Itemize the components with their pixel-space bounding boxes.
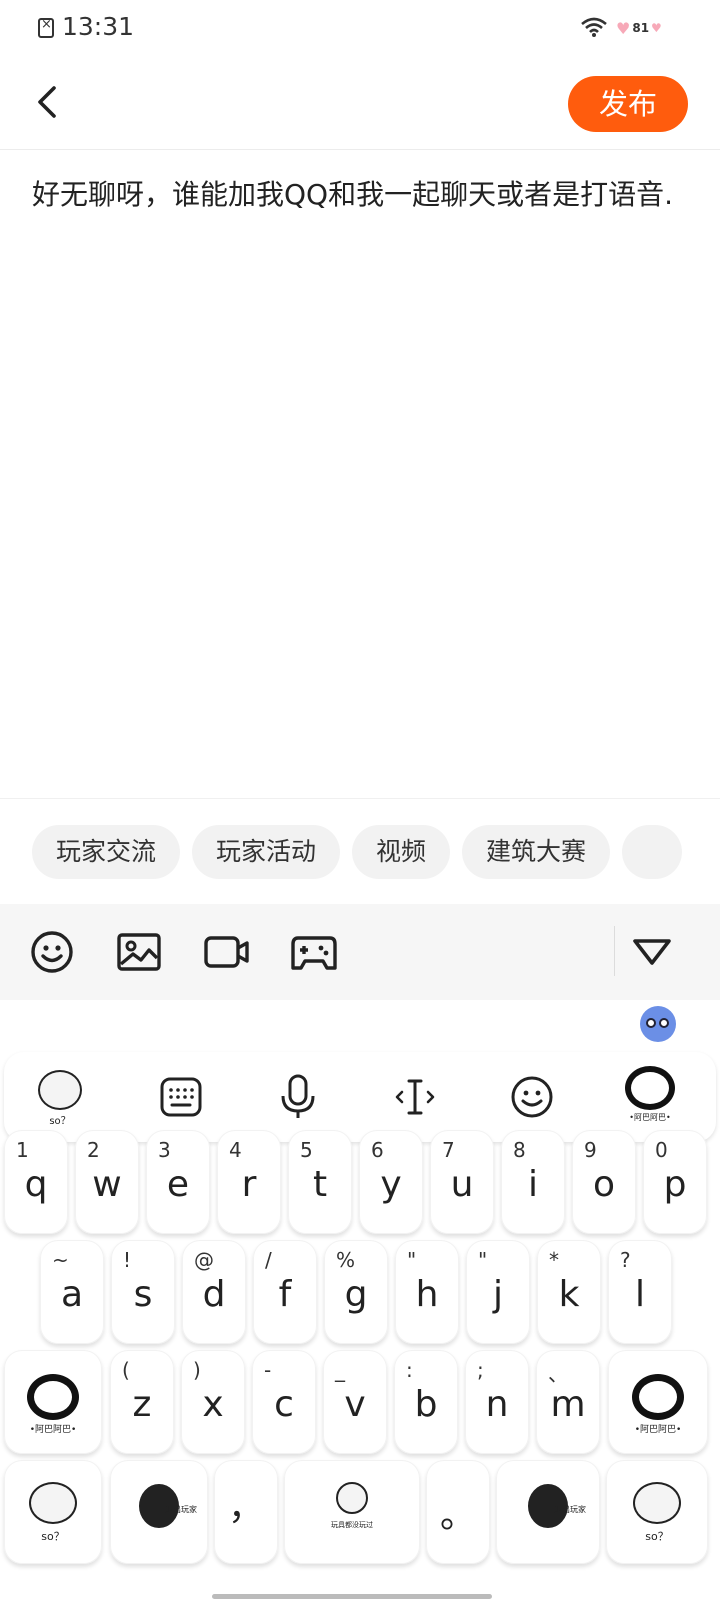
key-y[interactable]: 6y xyxy=(359,1130,423,1234)
key-k[interactable]: * k xyxy=(537,1240,601,1344)
panda-sticker-key-quit[interactable]: 退出玩家 xyxy=(110,1460,208,1564)
cursor-icon[interactable] xyxy=(388,1070,442,1124)
tag-player-events[interactable]: 玩家活动 xyxy=(192,825,341,879)
key-h[interactable]: " h xyxy=(395,1240,459,1344)
key-v[interactable]: _ v xyxy=(323,1350,387,1454)
editor-toolbar xyxy=(0,904,720,1000)
video-icon[interactable] xyxy=(202,928,250,976)
status-bar: 13:31 ♥ 81 ♥ xyxy=(0,0,720,56)
chevron-left-icon[interactable] xyxy=(30,80,70,124)
key-c[interactable]: -c xyxy=(252,1350,316,1454)
status-time: 13:31 xyxy=(62,12,135,41)
panda-sticker[interactable]: so？ xyxy=(30,1066,90,1127)
toolbar-divider xyxy=(614,926,615,976)
key-o[interactable]: 9o xyxy=(572,1130,636,1234)
tag-row: 玩家交流 玩家活动 视频 建筑大赛 xyxy=(0,798,720,904)
key-r[interactable]: 4r xyxy=(217,1130,281,1234)
key-a[interactable]: ~ a xyxy=(40,1240,104,1344)
key-q[interactable]: 1q xyxy=(4,1130,68,1234)
tag-more[interactable] xyxy=(622,825,683,879)
panda-sticker[interactable]: •阿巴阿巴• xyxy=(616,1066,684,1132)
panda-sticker-key-quit-right[interactable]: 退出玩家 xyxy=(496,1460,600,1564)
key-n[interactable]: ; n xyxy=(465,1350,529,1454)
no-sim-icon xyxy=(38,17,54,38)
period-key[interactable]: 。 xyxy=(426,1460,490,1564)
key-i[interactable]: 8i xyxy=(501,1130,565,1234)
heart-icon: ♥ xyxy=(651,21,662,35)
publish-button[interactable]: 发布 xyxy=(568,76,688,132)
spacebar-sticker-key[interactable]: 玩具都没玩过 xyxy=(284,1460,420,1564)
key-m[interactable]: 、 m xyxy=(536,1350,600,1454)
keyboard-mascot-icon[interactable] xyxy=(640,1006,676,1042)
panda-sticker-key-left[interactable]: •阿巴阿巴• xyxy=(4,1350,102,1454)
key-w[interactable]: 2w xyxy=(75,1130,139,1234)
key-z[interactable]: (z xyxy=(110,1350,174,1454)
key-e[interactable]: 3e xyxy=(146,1130,210,1234)
key-u[interactable]: 7u xyxy=(430,1130,494,1234)
key-j[interactable]: " j xyxy=(466,1240,530,1344)
key-x[interactable]: ) x xyxy=(181,1350,245,1454)
wifi-icon xyxy=(581,17,607,37)
battery-heart-icon: ♥ 81 ♥ xyxy=(616,18,662,38)
key-f[interactable]: / f xyxy=(253,1240,317,1344)
tag-build-contest[interactable]: 建筑大赛 xyxy=(462,825,611,879)
battery-level: 81 xyxy=(632,21,650,35)
panda-sticker-key-so-left[interactable]: so？ xyxy=(4,1460,102,1564)
keyboard-toolbar: so？ •阿巴阿巴• xyxy=(4,1052,716,1142)
key-s[interactable]: ! s xyxy=(111,1240,175,1344)
key-l[interactable]: ? l xyxy=(608,1240,672,1344)
tag-player-chat[interactable]: 玩家交流 xyxy=(32,825,181,879)
tag-video[interactable]: 视频 xyxy=(352,825,451,879)
header: 发布 xyxy=(0,56,720,150)
panda-sticker-key-so-right[interactable]: so？ xyxy=(606,1460,708,1564)
collapse-triangle-icon[interactable] xyxy=(628,928,676,976)
key-t[interactable]: 5t xyxy=(288,1130,352,1234)
key-p[interactable]: 0p xyxy=(643,1130,707,1234)
tag-list: 玩家交流 玩家活动 视频 建筑大赛 xyxy=(32,825,688,881)
soft-keyboard: so？ •阿巴阿巴• 1q 2w 3e 4r 5t 6 y 7 u 8 i 9 … xyxy=(0,1000,720,1600)
panda-sticker-key-right[interactable]: •阿巴阿巴• xyxy=(608,1350,708,1454)
microphone-icon[interactable] xyxy=(271,1070,325,1124)
key-b[interactable]: :b xyxy=(394,1350,458,1454)
home-indicator[interactable] xyxy=(212,1594,492,1599)
emoji-icon[interactable] xyxy=(505,1070,559,1124)
comma-key[interactable]: ， xyxy=(214,1460,278,1564)
post-text-input[interactable]: 好无聊呀，谁能加我QQ和我一起聊天或者是打语音. xyxy=(32,172,682,218)
emoji-icon[interactable] xyxy=(28,928,76,976)
key-d[interactable]: @ d xyxy=(182,1240,246,1344)
key-g[interactable]: % g xyxy=(324,1240,388,1344)
keyboard-icon[interactable] xyxy=(154,1070,208,1124)
gamepad-icon[interactable] xyxy=(290,928,338,976)
heart-icon: ♥ xyxy=(616,18,631,38)
image-icon[interactable] xyxy=(115,928,163,976)
